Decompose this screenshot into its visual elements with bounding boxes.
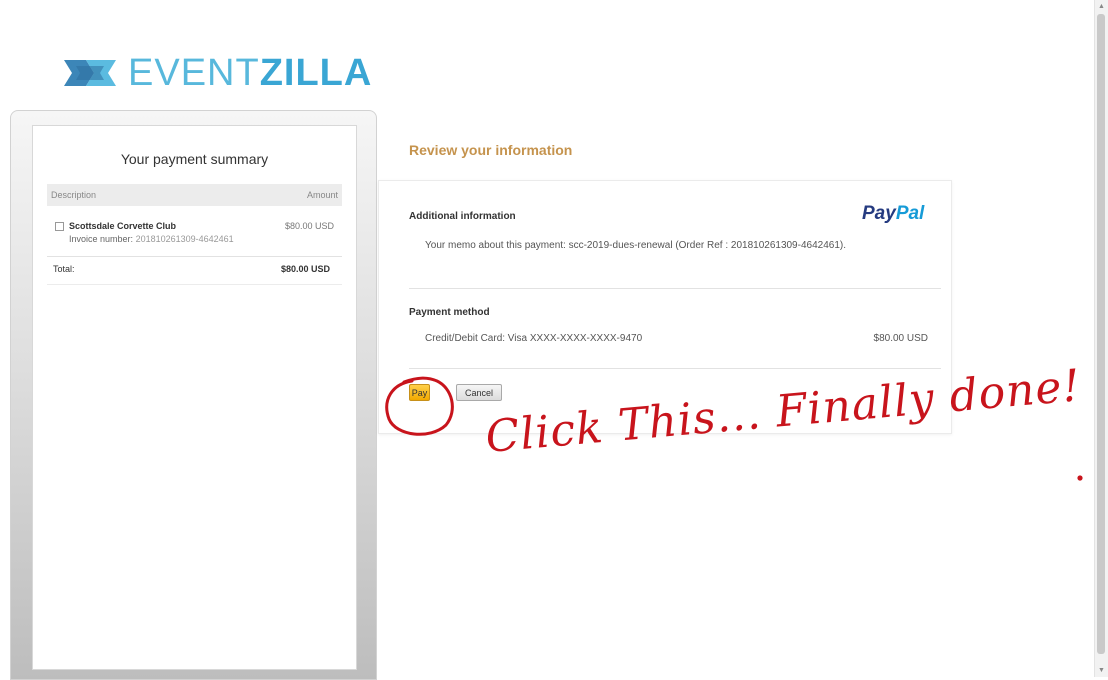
summary-line-item: Scottsdale Corvette Club $80.00 USD Invo…: [55, 221, 335, 244]
eventzilla-logo: EVENTZILLA: [64, 54, 372, 92]
section-divider-bottom: [409, 368, 941, 369]
total-amount: $80.00 USD: [280, 264, 330, 274]
scroll-down-icon[interactable]: ▼: [1098, 667, 1105, 674]
summary-table-header: Description Amount: [47, 184, 342, 206]
payment-summary-card: Your payment summary Description Amount …: [32, 125, 357, 670]
logo-text-bold: ZILLA: [259, 52, 373, 94]
scrollbar-thumb[interactable]: [1097, 14, 1105, 654]
summary-title: Your payment summary: [120, 151, 269, 167]
summary-total-row: Total: $80.00 USD: [53, 264, 330, 274]
review-title: Review your information: [409, 142, 573, 158]
description-column-header: Description: [51, 190, 97, 200]
paypal-logo-pay: Pay: [862, 203, 896, 224]
logo-text-light: EVENT: [128, 52, 260, 94]
invoice-number: 201810261309-4642461: [135, 234, 234, 244]
section-divider: [409, 288, 941, 289]
invoice-label: Invoice number:: [69, 234, 134, 244]
paypal-logo: PayPal: [862, 203, 924, 225]
pay-button[interactable]: Pay: [409, 384, 430, 401]
payment-method-card: Credit/Debit Card: Visa XXXX-XXXX-XXXX-9…: [425, 333, 643, 344]
item-amount: $80.00 USD: [284, 221, 334, 231]
total-label: Total:: [53, 264, 75, 274]
eventzilla-logo-mark-icon: [64, 60, 116, 86]
annotation-period: [1077, 475, 1083, 481]
payment-method-title: Payment method: [409, 307, 490, 318]
item-name-cell: Scottsdale Corvette Club: [55, 221, 176, 231]
invoice-line: Invoice number: 201810261309-4642461: [69, 234, 335, 244]
summary-divider: [47, 256, 342, 257]
additional-info-title: Additional information: [409, 211, 516, 222]
scroll-up-icon[interactable]: ▲: [1098, 3, 1105, 10]
summary-divider-bottom: [47, 284, 342, 285]
logo-text: EVENTZILLA: [128, 54, 372, 92]
paypal-logo-pal: Pal: [895, 203, 925, 224]
vertical-scrollbar[interactable]: ▲ ▼: [1094, 0, 1108, 677]
payment-memo: Your memo about this payment: scc-2019-d…: [425, 240, 846, 251]
item-name: Scottsdale Corvette Club: [69, 221, 177, 231]
payment-method-amount: $80.00 USD: [873, 333, 928, 344]
item-expand-checkbox[interactable]: [55, 221, 64, 231]
amount-column-header: Amount: [306, 190, 338, 200]
cancel-button[interactable]: Cancel: [456, 384, 502, 401]
